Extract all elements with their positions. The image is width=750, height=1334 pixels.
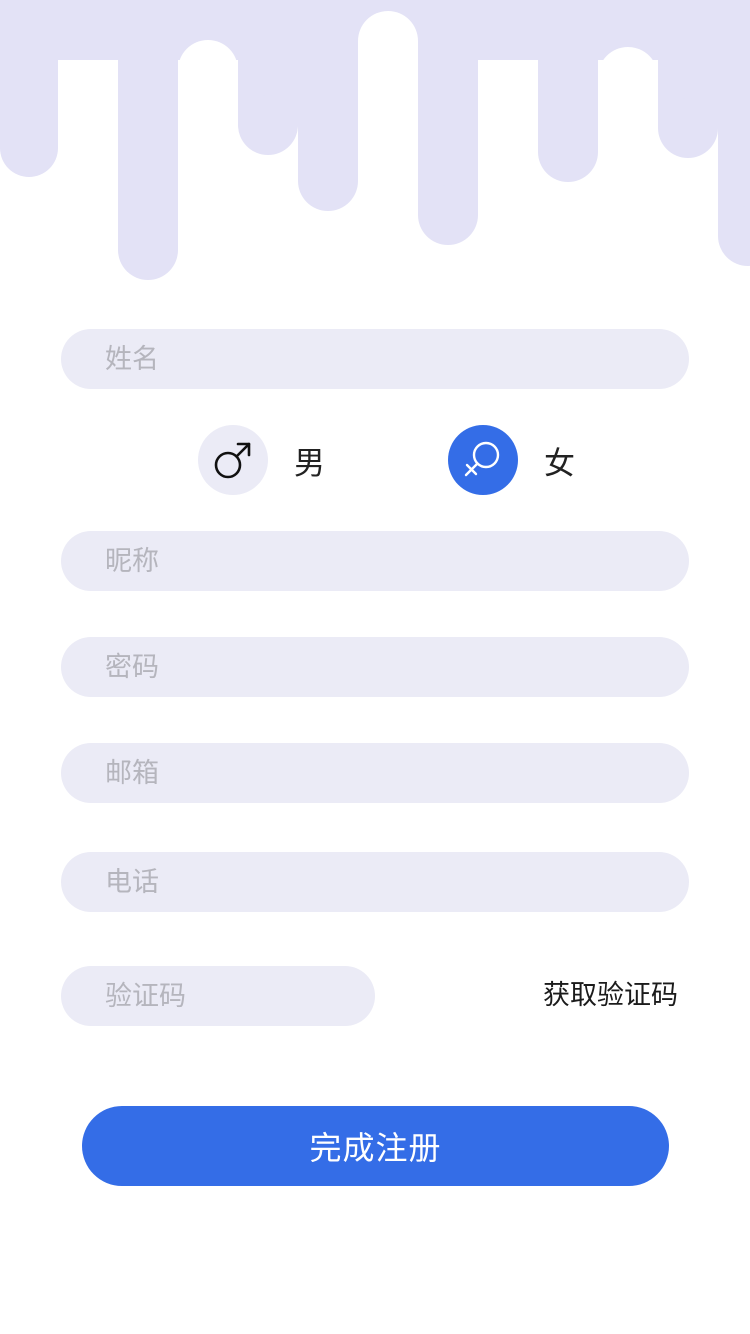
gender-female-label: 女 [544,445,575,482]
nickname-input[interactable] [61,531,689,591]
male-symbol-icon [214,442,251,479]
female-symbol-icon [464,441,500,477]
password-input[interactable] [61,637,689,697]
gender-male-circle [198,425,268,495]
gender-female-circle [448,425,518,495]
nickname-field [61,531,689,591]
gender-option-female[interactable]: 女 [448,425,575,495]
name-field [61,329,689,389]
gender-option-male[interactable]: 男 [198,425,325,495]
name-input[interactable] [61,329,689,389]
verification-code-input[interactable] [61,966,375,1026]
email-field [61,743,689,803]
phone-field [61,852,689,912]
registration-screen: 男 女 获取验证码 完成注册 [0,0,750,1334]
verification-code-field [61,966,375,1026]
password-field [61,637,689,697]
gender-male-label: 男 [294,445,325,482]
header-drip-decoration [0,0,750,300]
email-input[interactable] [61,743,689,803]
complete-registration-button[interactable]: 完成注册 [82,1106,669,1186]
get-verification-code-button[interactable]: 获取验证码 [543,976,678,1016]
phone-input[interactable] [61,852,689,912]
